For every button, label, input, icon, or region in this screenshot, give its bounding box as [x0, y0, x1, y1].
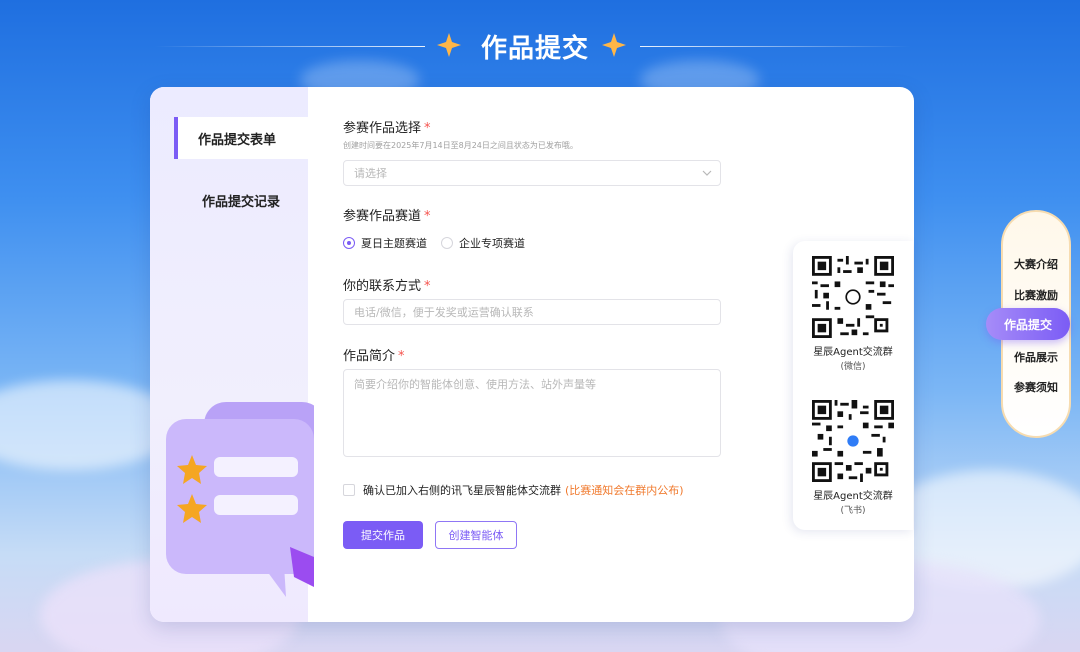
wechat-qr-icon: [812, 256, 894, 338]
create-agent-button[interactable]: 创建智能体: [435, 521, 517, 549]
work-select-placeholder: 请选择: [354, 167, 387, 180]
sidebar-item-label: 作品提交记录: [202, 194, 281, 210]
work-select-label-text: 参赛作品选择: [343, 121, 422, 136]
chat-bubble-illustration: [166, 402, 314, 597]
sidebar-item-submit-records[interactable]: 作品提交记录: [174, 179, 308, 221]
track-option-enterprise[interactable]: 企业专项赛道: [441, 235, 525, 251]
qr-caption: 星辰Agent交流群: [813, 347, 893, 358]
track-option-summer[interactable]: 夏日主题赛道: [343, 235, 427, 251]
page-title: 作品提交: [480, 34, 589, 64]
track-label-text: 参赛作品赛道: [343, 209, 422, 224]
page-header: 作品提交: [0, 22, 1080, 72]
track-label: 参赛作品赛道 *: [343, 205, 431, 224]
feishu-qr-icon: [812, 400, 894, 482]
nav-item-rewards[interactable]: 比赛激励: [1004, 287, 1068, 303]
nav-item-intro[interactable]: 大赛介绍: [1004, 256, 1068, 272]
intro-textarea[interactable]: 简要介绍你的智能体创意、使用方法、站外声量等: [343, 369, 721, 457]
required-mark: *: [398, 349, 405, 364]
nav-item-submit[interactable]: 作品提交: [986, 308, 1070, 340]
work-select-hint: 创建时间要在2025年7月14日至8月24日之间且状态为已发布哦。: [343, 141, 578, 150]
qr-subcaption: (微信): [840, 362, 866, 372]
nav-item-notice[interactable]: 参赛须知: [1004, 379, 1068, 395]
contact-input[interactable]: 电话/微信，便于发奖或运营确认联系: [343, 299, 721, 325]
sidebar-item-submit-form[interactable]: 作品提交表单: [174, 117, 308, 159]
sparkle-icon: [437, 33, 461, 57]
required-mark: *: [424, 209, 431, 224]
work-select[interactable]: 请选择: [343, 160, 721, 186]
track-option-label: 夏日主题赛道: [361, 237, 427, 250]
intro-label: 作品简介 *: [343, 345, 405, 364]
nav-item-showcase[interactable]: 作品展示: [1004, 349, 1068, 365]
header-divider-left: [155, 46, 425, 47]
confirm-join-group[interactable]: 确认已加入右侧的讯飞星辰智能体交流群 (比赛通知会在群内公布): [343, 482, 763, 498]
sidebar-item-label: 作品提交表单: [198, 132, 277, 148]
contact-label: 你的联系方式 *: [343, 275, 431, 294]
sidebar: 作品提交表单 作品提交记录: [150, 87, 314, 622]
radio-icon[interactable]: [441, 237, 453, 249]
work-select-label: 参赛作品选择 *: [343, 117, 578, 136]
qr-subcaption: (飞书): [840, 506, 866, 516]
confirm-label: 确认已加入右侧的讯飞星辰智能体交流群: [363, 484, 561, 497]
submit-work-button[interactable]: 提交作品: [343, 521, 423, 549]
confirm-note: (比赛通知会在群内公布): [565, 484, 684, 497]
track-option-label: 企业专项赛道: [459, 237, 525, 250]
contact-label-text: 你的联系方式: [343, 279, 422, 294]
radio-selected-icon[interactable]: [343, 237, 355, 249]
chevron-down-icon: [702, 170, 712, 176]
required-mark: *: [424, 121, 431, 136]
checkbox[interactable]: [343, 484, 355, 496]
intro-placeholder: 简要介绍你的智能体创意、使用方法、站外声量等: [354, 378, 596, 391]
intro-label-text: 作品简介: [343, 349, 396, 364]
contact-placeholder: 电话/微信，便于发奖或运营确认联系: [354, 306, 534, 319]
qr-panel: 星辰Agent交流群 (微信) 星辰Agent交流群 (飞书): [793, 241, 913, 530]
required-mark: *: [424, 279, 431, 294]
sparkle-icon: [602, 33, 626, 57]
header-divider-right: [640, 46, 910, 47]
qr-caption: 星辰Agent交流群: [813, 491, 893, 502]
